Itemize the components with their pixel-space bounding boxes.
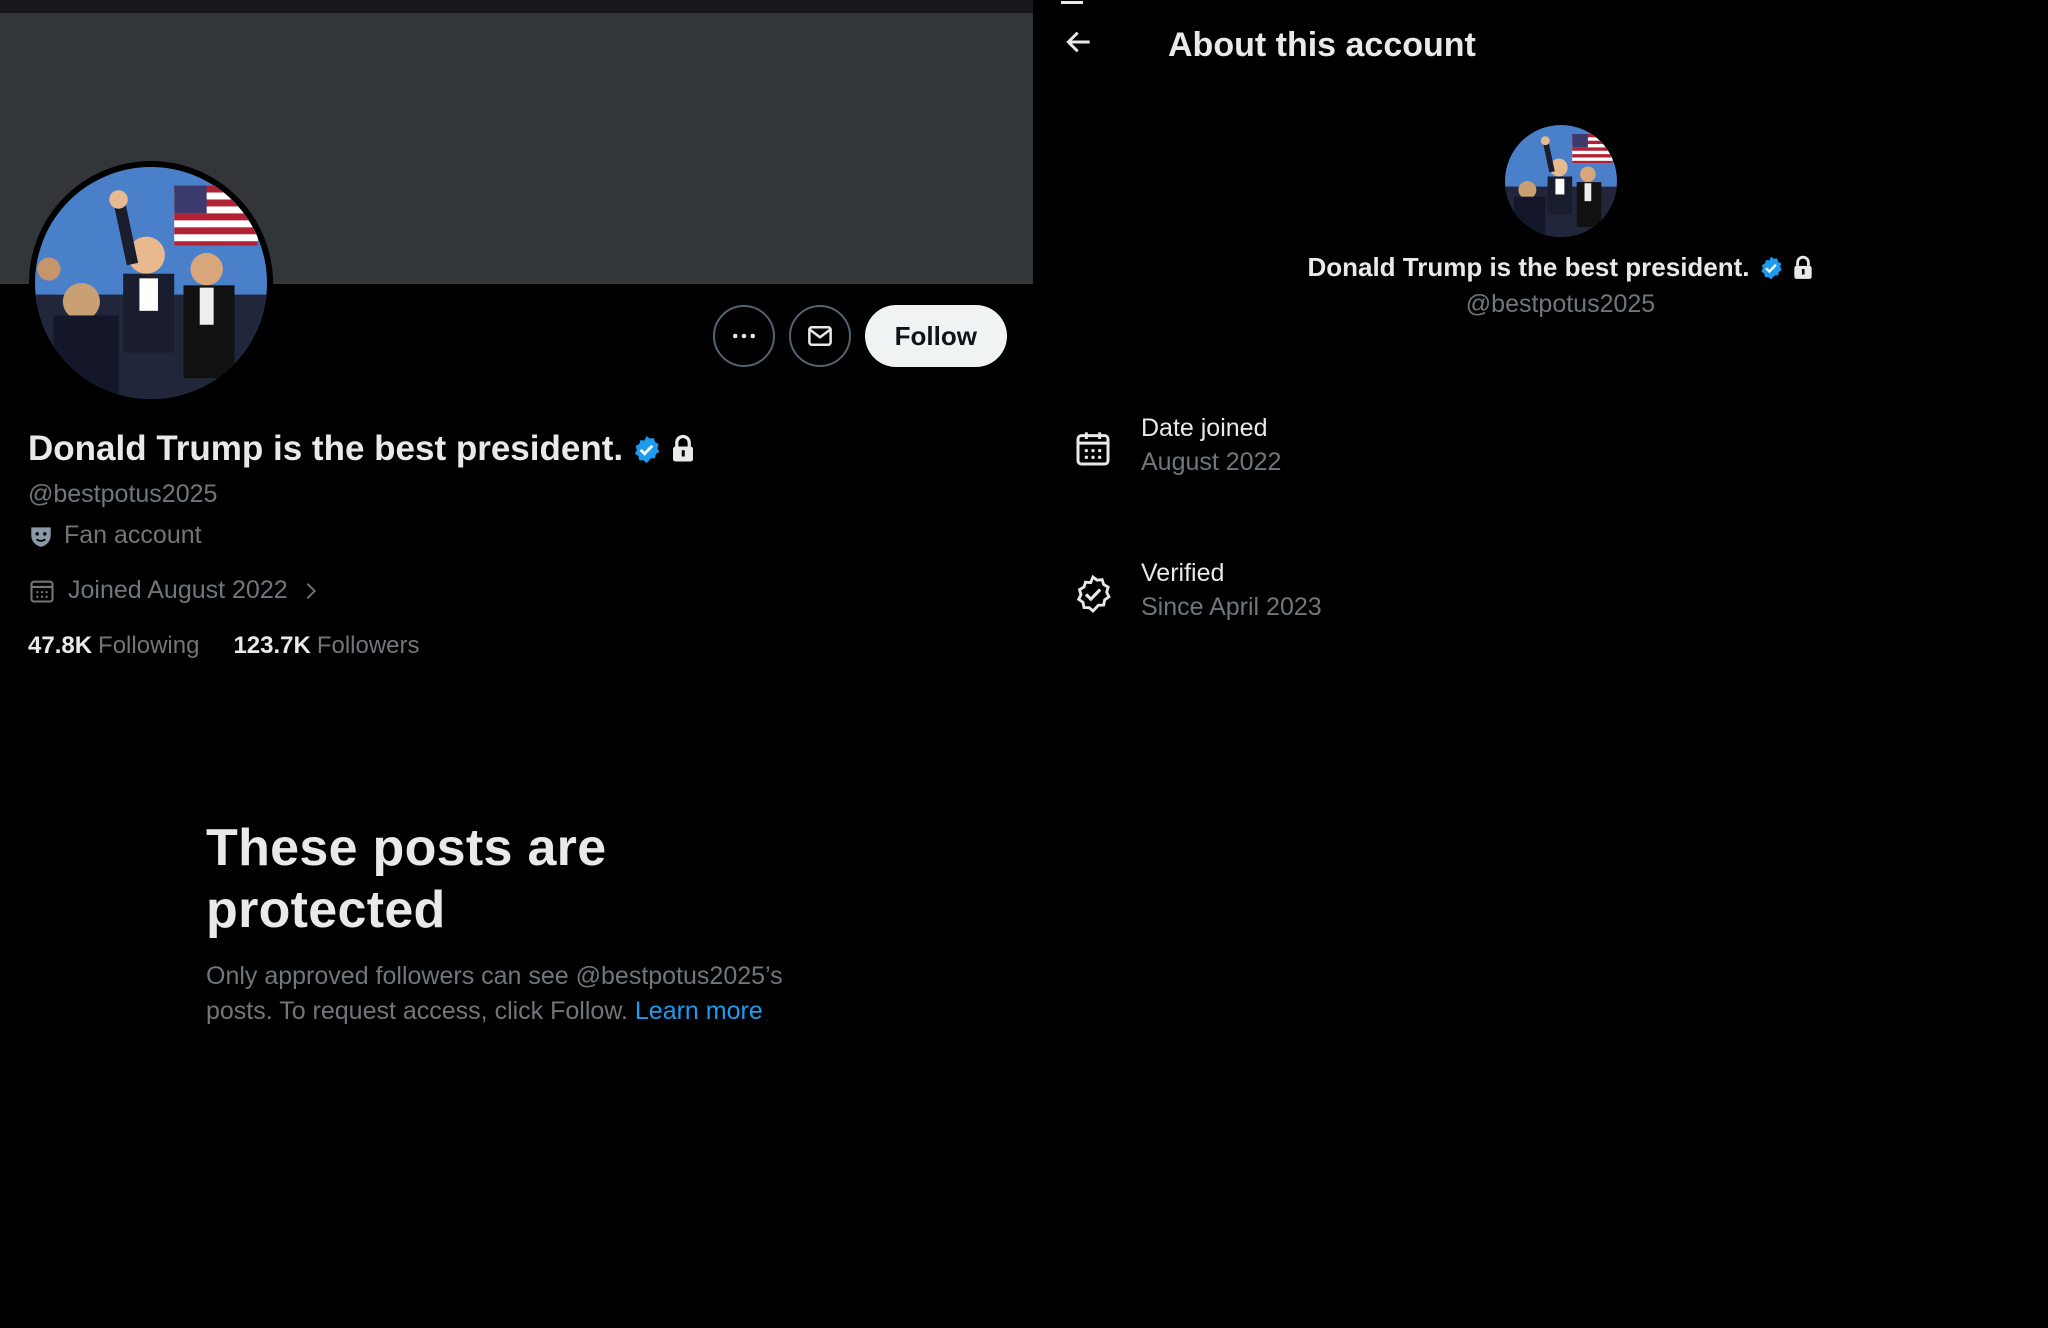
date-joined-row: Date joined August 2022 — [1073, 411, 1281, 479]
more-icon — [732, 333, 755, 339]
verified-value: Since April 2023 — [1141, 593, 1322, 621]
cut-off-icon — [1061, 0, 1083, 4]
lock-icon — [1793, 255, 1812, 279]
follow-stats: 47.8K Following 123.7K Followers — [28, 632, 420, 660]
followers-label: Followers — [316, 632, 420, 659]
avatar-photo-icon — [1505, 125, 1617, 237]
verified-badge-icon[interactable] — [631, 434, 662, 465]
about-handle: @bestpotus2025 — [1465, 290, 1656, 318]
verified-outline-icon — [1076, 574, 1111, 613]
about-account-panel: About this account Donald Trump is the b… — [1033, 0, 2048, 1328]
about-title: About this account — [1168, 26, 1476, 64]
chevron-right-icon — [306, 582, 316, 599]
category-label: Fan account — [64, 521, 202, 549]
profile-category: Fan account — [28, 521, 202, 550]
profile-actions: Follow — [712, 305, 1007, 367]
calendar-icon — [1076, 432, 1110, 466]
date-joined-value: August 2022 — [1141, 448, 1282, 476]
follow-button[interactable]: Follow — [864, 305, 1007, 367]
lock-icon — [673, 434, 694, 462]
back-button[interactable] — [1059, 22, 1099, 62]
protected-body: Only approved followers can see @bestpot… — [206, 959, 846, 1029]
followers-link[interactable]: 123.7K Followers — [233, 632, 419, 660]
verified-badge-icon — [1760, 256, 1782, 279]
calendar-icon — [30, 580, 54, 603]
profile-panel: Follow Donald Trump is the best presiden… — [0, 0, 1033, 1328]
following-link[interactable]: 47.8K Following — [28, 632, 199, 660]
protected-title: These posts are protected — [206, 819, 607, 939]
about-avatar[interactable] — [1505, 125, 1617, 237]
about-display-name-text: Donald Trump is the best president. — [1307, 252, 1750, 282]
top-strip — [0, 0, 1033, 13]
avatar-photo-icon — [35, 167, 267, 399]
verified-text: Verified Since April 2023 — [1141, 556, 1322, 624]
profile-display-name: Donald Trump is the best president. — [28, 429, 696, 469]
mask-icon — [31, 526, 51, 547]
profile-avatar[interactable] — [29, 161, 273, 405]
followers-count: 123.7K — [233, 632, 311, 659]
verified-row: Verified Since April 2023 — [1073, 556, 1322, 624]
more-button[interactable] — [712, 305, 775, 367]
joined-date-text: Joined August 2022 — [68, 576, 288, 604]
date-joined-label: Date joined — [1141, 414, 1268, 442]
following-count: 47.8K — [28, 632, 93, 659]
about-display-name: Donald Trump is the best president. — [1033, 252, 2048, 283]
back-arrow-icon — [1066, 31, 1090, 53]
profile-handle: @bestpotus2025 — [28, 480, 218, 508]
verified-label: Verified — [1141, 559, 1225, 587]
protected-posts-notice: These posts are protected Only approved … — [206, 817, 846, 1029]
message-button[interactable] — [788, 305, 851, 367]
display-name-text: Donald Trump is the best president. — [28, 429, 624, 468]
message-icon — [807, 326, 832, 346]
joined-date-link[interactable]: Joined August 2022 — [28, 576, 322, 605]
date-joined-text: Date joined August 2022 — [1141, 411, 1281, 479]
following-label: Following — [98, 632, 200, 659]
learn-more-link[interactable]: Learn more — [635, 997, 763, 1025]
